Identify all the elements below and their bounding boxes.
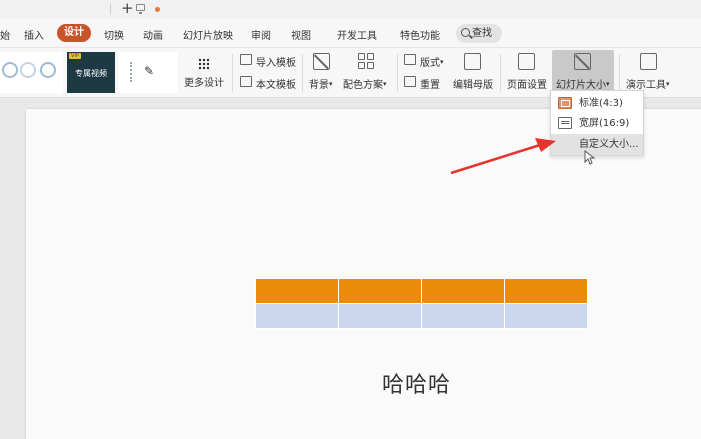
mouse-cursor-icon xyxy=(584,150,596,165)
red-arrow-annotation xyxy=(450,138,556,175)
